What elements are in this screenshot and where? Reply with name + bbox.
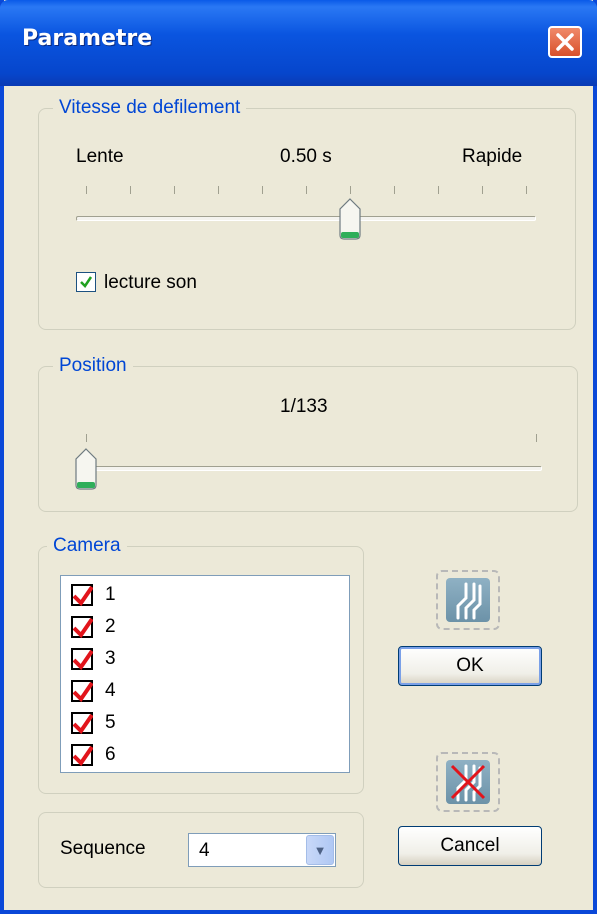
red-check-icon: [73, 586, 93, 606]
play-sound-label[interactable]: lecture son: [104, 272, 197, 294]
position-slider-thumb[interactable]: [75, 448, 97, 490]
camera-group-legend: Camera: [47, 535, 127, 557]
ok-image-button[interactable]: [436, 570, 500, 630]
camera-checkbox[interactable]: [71, 680, 93, 702]
position-group-legend: Position: [53, 355, 133, 377]
speed-slider-thumb[interactable]: [339, 198, 361, 240]
camera-label: 6: [105, 744, 116, 765]
position-tick-start: [86, 434, 87, 442]
ok-button[interactable]: OK: [398, 646, 542, 686]
sequence-combobox[interactable]: 4 ▼: [188, 833, 336, 867]
red-check-icon: [73, 714, 93, 734]
title-bar[interactable]: Parametre: [0, 0, 597, 86]
position-value-label: 1/133: [280, 396, 328, 417]
red-check-icon: [73, 650, 93, 670]
camera-label: 1: [105, 584, 116, 605]
cancel-image-button[interactable]: [436, 752, 500, 812]
camera-label: 4: [105, 680, 116, 701]
speed-slider-track[interactable]: [76, 216, 536, 221]
camera-label: 5: [105, 712, 116, 733]
camera-checkbox[interactable]: [71, 616, 93, 638]
ok-circuit-icon: [446, 578, 490, 622]
camera-checkbox[interactable]: [71, 712, 93, 734]
position-slider-track[interactable]: [76, 466, 542, 471]
camera-checkbox[interactable]: [71, 744, 93, 766]
parametre-dialog: Parametre Vitesse de defilement Lente 0.…: [0, 0, 597, 914]
list-item[interactable]: 5: [71, 708, 116, 738]
sequence-dropdown-button[interactable]: ▼: [306, 835, 334, 865]
close-button[interactable]: [548, 26, 582, 58]
speed-slider-ticks: [86, 186, 536, 196]
position-tick-end: [536, 434, 537, 442]
sequence-label: Sequence: [60, 838, 146, 859]
camera-listbox[interactable]: 1 2 3 4 5 6: [60, 575, 350, 773]
chevron-down-icon: ▼: [313, 842, 327, 858]
window-title: Parametre: [22, 26, 153, 51]
camera-label: 2: [105, 616, 116, 637]
camera-checkbox[interactable]: [71, 584, 93, 606]
speed-value-label: 0.50 s: [280, 146, 332, 167]
close-icon: [556, 33, 574, 51]
list-item[interactable]: 2: [71, 612, 116, 642]
cancel-button[interactable]: Cancel: [398, 826, 542, 866]
position-group: Position: [38, 355, 578, 512]
speed-max-label: Rapide: [462, 146, 523, 167]
list-item[interactable]: 6: [71, 740, 116, 770]
speed-min-label: Lente: [76, 146, 124, 167]
red-check-icon: [73, 746, 93, 766]
play-sound-checkbox[interactable]: [76, 272, 96, 292]
list-item[interactable]: 3: [71, 644, 116, 674]
red-check-icon: [73, 682, 93, 702]
red-check-icon: [73, 618, 93, 638]
list-item[interactable]: 4: [71, 676, 116, 706]
camera-checkbox[interactable]: [71, 648, 93, 670]
list-item[interactable]: 1: [71, 580, 116, 610]
check-icon: [80, 276, 93, 288]
camera-label: 3: [105, 648, 116, 669]
sequence-value: 4: [199, 840, 210, 861]
speed-group-legend: Vitesse de defilement: [53, 97, 247, 119]
cancel-circuit-icon: [446, 760, 490, 804]
